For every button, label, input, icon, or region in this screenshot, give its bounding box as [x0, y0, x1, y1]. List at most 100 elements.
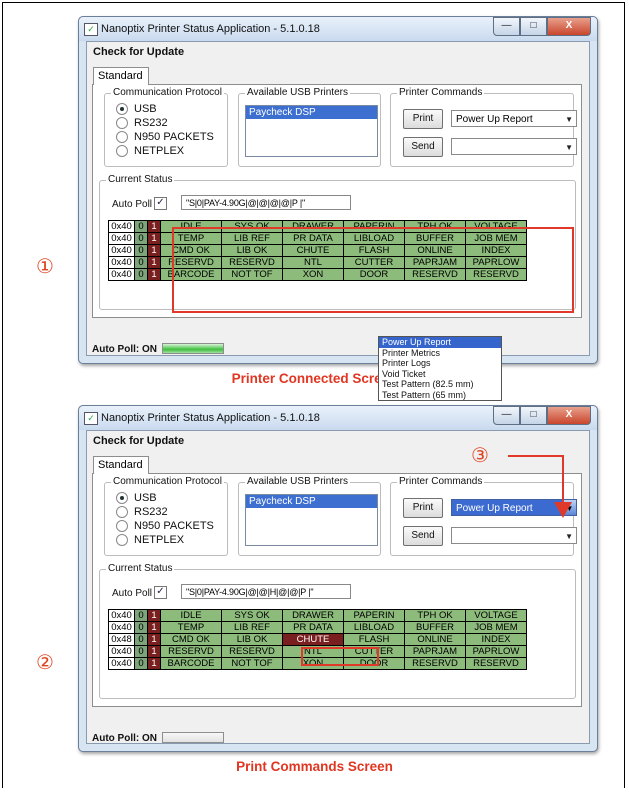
commands-group: Printer Commands Print Power Up Report ▼ …	[390, 476, 577, 556]
status-bit-one-cell: 1	[147, 256, 161, 269]
status-flag-cell: TPH OK	[404, 609, 466, 622]
send-button[interactable]: Send	[403, 137, 443, 157]
dropdown-option[interactable]: Power Up Report	[379, 337, 501, 348]
radio-rs232[interactable]: RS232	[116, 506, 168, 518]
radio-netplex-label: NETPLEX	[134, 534, 185, 546]
client-area: Check for Update Standard Communication …	[86, 430, 590, 744]
auto-poll-label: Auto Poll	[112, 199, 153, 210]
auto-poll-checkbox[interactable]: ✓	[154, 586, 167, 599]
dropdown-option[interactable]: Void Ticket	[379, 369, 501, 380]
status-bit-one-cell: 1	[147, 621, 161, 634]
usb-printer-item[interactable]: Paycheck DSP	[246, 106, 377, 119]
radio-n950-dot[interactable]	[116, 131, 128, 143]
status-flag-cell: CHUTE	[282, 633, 344, 646]
radio-netplex[interactable]: NETPLEX	[116, 145, 184, 157]
statusbar-auto-poll: Auto Poll: ON	[92, 344, 157, 355]
dropdown-option[interactable]: Test Pattern (65 mm)	[379, 390, 501, 401]
callout-1: ①	[36, 254, 54, 278]
standard-panel: Communication Protocol USB RS232 N950 PA…	[92, 473, 582, 707]
status-row: 0x40 0 1 TEMP LIB REF PR DATA LIBLOAD BUFFER JOB…	[108, 621, 527, 634]
status-flag-cell: LIBLOAD	[343, 621, 405, 634]
tab-standard[interactable]: Standard	[93, 67, 149, 85]
close-button[interactable]: X	[547, 17, 591, 36]
poll-progress-bar	[162, 343, 224, 354]
auto-poll-checkbox[interactable]: ✓	[154, 197, 167, 210]
chevron-down-icon[interactable]: ▼	[565, 528, 573, 545]
commands-group: Printer Commands Print Power Up Report ▼ …	[390, 87, 577, 167]
title-bar[interactable]: ✓ Nanoptix Printer Status Application - …	[79, 406, 597, 430]
radio-rs232[interactable]: RS232	[116, 117, 168, 129]
menu-check-for-update[interactable]: Check for Update	[93, 435, 184, 447]
minimize-button[interactable]: —	[493, 17, 520, 36]
send-button[interactable]: Send	[403, 526, 443, 546]
print-command-dropdown-list[interactable]: Power Up Report Printer Metrics Printer Lo…	[378, 336, 502, 401]
status-flag-cell: JOB MEM	[465, 621, 527, 634]
highlight-box-chute	[301, 647, 379, 666]
usb-printer-item[interactable]: Paycheck DSP	[246, 495, 377, 508]
radio-netplex[interactable]: NETPLEX	[116, 534, 184, 546]
tab-standard[interactable]: Standard	[93, 456, 149, 474]
radio-n950-dot[interactable]	[116, 520, 128, 532]
dropdown-option[interactable]: Printer Logs	[379, 358, 501, 369]
radio-usb[interactable]: USB	[116, 103, 157, 115]
radio-usb-dot[interactable]	[116, 103, 128, 115]
radio-rs232-dot[interactable]	[116, 506, 128, 518]
usb-group-label: Available USB Printers	[245, 476, 350, 487]
poll-progress-bar	[162, 732, 224, 743]
usb-group-label: Available USB Printers	[245, 87, 350, 98]
window-title: Nanoptix Printer Status Application - 5.…	[101, 412, 320, 424]
app-icon: ✓	[84, 23, 98, 36]
usb-group: Available USB Printers Paycheck DSP	[238, 476, 381, 556]
status-bit-zero-cell: 0	[134, 232, 148, 245]
status-hex-cell: 0x40	[108, 220, 135, 233]
status-flag-cell: TEMP	[160, 621, 222, 634]
chevron-down-icon[interactable]: ▼	[565, 139, 573, 156]
radio-usb[interactable]: USB	[116, 492, 157, 504]
current-status-group: Current Status Auto Poll ✓ "S|0|PAY-4.90…	[99, 563, 576, 699]
status-flag-cell: PAPRJAM	[404, 645, 466, 658]
radio-netplex-dot[interactable]	[116, 534, 128, 546]
status-bit-zero-cell: 0	[134, 657, 148, 670]
radio-usb-dot[interactable]	[116, 492, 128, 504]
print-button[interactable]: Print	[403, 498, 443, 518]
radio-rs232-dot[interactable]	[116, 117, 128, 129]
minimize-button[interactable]: —	[493, 406, 520, 425]
dropdown-option[interactable]: Test Pattern (82.5 mm)	[379, 379, 501, 390]
commands-group-label: Printer Commands	[397, 476, 485, 487]
radio-n950[interactable]: N950 PACKETS	[116, 131, 214, 143]
radio-usb-label: USB	[134, 492, 157, 504]
window-title: Nanoptix Printer Status Application - 5.…	[101, 23, 320, 35]
usb-printer-list[interactable]: Paycheck DSP	[245, 105, 378, 157]
radio-n950[interactable]: N950 PACKETS	[116, 520, 214, 532]
app-window-commands: ✓ Nanoptix Printer Status Application - …	[78, 405, 598, 752]
send-command-select[interactable]: ▼	[451, 138, 577, 155]
usb-printer-list[interactable]: Paycheck DSP	[245, 494, 378, 546]
status-flag-cell: SYS OK	[221, 609, 283, 622]
callout-2: ②	[36, 650, 54, 674]
close-button[interactable]: X	[547, 406, 591, 425]
print-command-select[interactable]: Power Up Report ▼	[451, 110, 577, 127]
radio-n950-label: N950 PACKETS	[134, 131, 214, 143]
dropdown-option[interactable]: Printer Metrics	[379, 348, 501, 359]
maximize-button[interactable]: □	[520, 406, 547, 425]
status-flag-cell: ONLINE	[404, 633, 466, 646]
status-bit-zero-cell: 0	[134, 220, 148, 233]
highlight-box-status-grid	[172, 227, 574, 313]
status-flag-cell: INDEX	[465, 633, 527, 646]
callout-3-line-horizontal	[508, 455, 564, 457]
maximize-button[interactable]: □	[520, 17, 547, 36]
current-status-label: Current Status	[106, 563, 175, 574]
app-icon: ✓	[84, 412, 98, 425]
status-flag-cell: IDLE	[160, 609, 222, 622]
send-command-select[interactable]: ▼	[451, 527, 577, 544]
status-flag-cell: RESERVD	[465, 657, 527, 670]
status-flag-cell: CMD OK	[160, 633, 222, 646]
status-flag-cell: RESERVD	[221, 645, 283, 658]
chevron-down-icon[interactable]: ▼	[565, 111, 573, 128]
radio-netplex-dot[interactable]	[116, 145, 128, 157]
callout-3-arrow-icon	[554, 502, 572, 518]
status-flag-cell: RESERVD	[404, 657, 466, 670]
print-button[interactable]: Print	[403, 109, 443, 129]
menu-check-for-update[interactable]: Check for Update	[93, 46, 184, 58]
title-bar[interactable]: ✓ Nanoptix Printer Status Application - …	[79, 17, 597, 41]
